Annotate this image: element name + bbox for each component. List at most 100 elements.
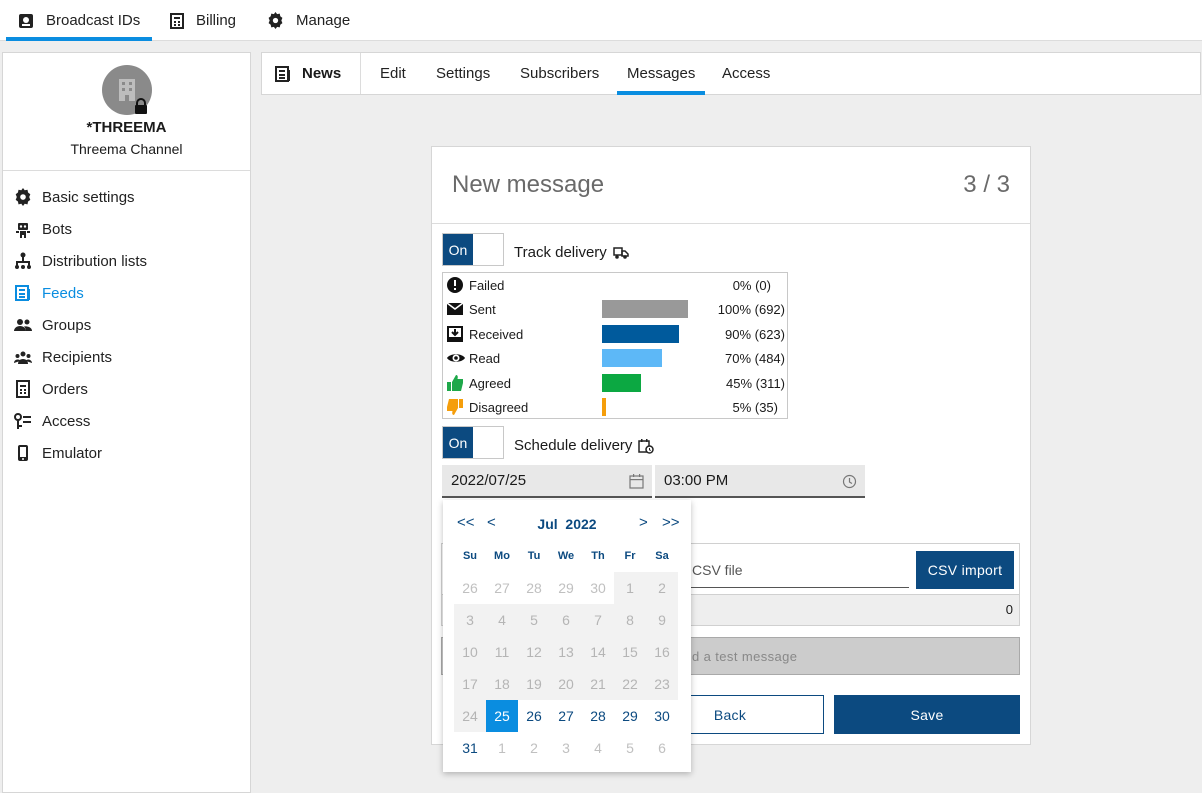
save-button[interactable]: Save <box>834 695 1020 734</box>
clock-icon <box>842 474 857 489</box>
weekday-header: Su <box>462 550 478 562</box>
csv-import-button[interactable]: CSV import <box>916 551 1014 589</box>
billing-icon <box>170 12 184 29</box>
sidebar-item-label: Emulator <box>42 444 103 462</box>
calendar-day: 4 <box>594 740 602 756</box>
calendar-day: 6 <box>658 740 666 756</box>
datepicker-title: Jul 2022 <box>443 516 691 532</box>
top-navigation: Broadcast IDs Billing Manage <box>0 0 1202 41</box>
key-icon <box>14 413 31 429</box>
tab-access[interactable]: Access <box>722 53 770 94</box>
datepicker-month[interactable]: Jul <box>537 516 557 532</box>
truck-icon <box>613 246 629 259</box>
sidebar-item-groups[interactable]: Groups <box>3 309 250 341</box>
stat-bar <box>602 398 606 416</box>
calendar-day[interactable]: 26 <box>518 700 550 732</box>
stat-bar <box>602 349 662 367</box>
calendar-day[interactable]: 29 <box>614 700 646 732</box>
stat-row-sent: Sent 100% (692) <box>443 297 787 321</box>
date-value: 2022/07/25 <box>451 472 527 489</box>
weekday-header: Mo <box>494 550 510 562</box>
card-title: New message <box>452 171 605 198</box>
recipients-icon <box>14 351 32 364</box>
sidebar-item-distribution-lists[interactable]: Distribution lists <box>3 245 250 277</box>
date-input[interactable]: 2022/07/25 <box>442 465 652 498</box>
thumbs-down-icon <box>447 399 463 415</box>
calendar-day[interactable]: 27 <box>550 700 582 732</box>
tab-subscribers[interactable]: Subscribers <box>520 53 599 94</box>
next-month-button[interactable]: > <box>639 514 648 531</box>
next-year-button[interactable]: >> <box>662 514 680 531</box>
step-counter: 3 / 3 <box>963 171 1010 198</box>
toggle-on-label: On <box>443 234 473 265</box>
sidebar: *THREEMA Threema Channel Basic settings … <box>2 52 251 793</box>
inbox-download-icon <box>447 326 463 342</box>
stat-row-disagreed: Disagreed 5% (35) <box>443 395 787 419</box>
sidebar-item-access[interactable]: Access <box>3 405 250 437</box>
calendar-day: 21 <box>582 668 614 700</box>
calendar-day: 10 <box>454 636 486 668</box>
group-icon <box>14 319 32 331</box>
calendar-day: 2 <box>646 572 678 604</box>
csv-file-input[interactable]: CSV file <box>692 562 743 578</box>
orders-icon <box>16 380 30 398</box>
calendar-day: 8 <box>614 604 646 636</box>
tab-label: Edit <box>380 65 406 82</box>
calendar-day[interactable]: 31 <box>454 732 486 764</box>
avatar <box>102 65 152 115</box>
track-delivery-text: Track delivery <box>514 244 607 261</box>
tab-messages[interactable]: Messages <box>616 53 706 95</box>
sidebar-item-recipients[interactable]: Recipients <box>3 341 250 373</box>
channel-subtitle: Threema Channel <box>70 141 183 157</box>
calendar-day: 16 <box>646 636 678 668</box>
calendar-clock-icon <box>638 438 655 454</box>
calendar-day: 2 <box>530 740 538 756</box>
weekday-header: Fr <box>624 550 636 562</box>
stat-bar <box>602 300 688 318</box>
calendar-day: 3 <box>562 740 570 756</box>
calendar-day[interactable]: 28 <box>582 700 614 732</box>
sidebar-item-basic-settings[interactable]: Basic settings <box>3 181 250 213</box>
sidebar-item-emulator[interactable]: Emulator <box>3 437 250 469</box>
topnav-broadcast-ids[interactable]: Broadcast IDs <box>5 0 153 41</box>
calendar-day: 6 <box>550 604 582 636</box>
topnav-manage[interactable]: Manage <box>267 0 350 41</box>
thumbs-up-icon <box>447 375 463 391</box>
sidebar-item-bots[interactable]: Bots <box>3 213 250 245</box>
track-delivery-toggle[interactable]: On <box>442 233 504 266</box>
calendar-day: 3 <box>454 604 486 636</box>
topnav-billing[interactable]: Billing <box>170 0 236 41</box>
calendar-day: 23 <box>646 668 678 700</box>
sidebar-item-orders[interactable]: Orders <box>3 373 250 405</box>
sidebar-item-label: Bots <box>42 220 73 238</box>
stat-value: 5% (35) <box>732 399 778 415</box>
calendar-day: 1 <box>498 740 506 756</box>
delivery-stats-table: Failed 0% (0) Sent 100% (692) Received 9… <box>442 272 788 419</box>
tab-settings[interactable]: Settings <box>436 53 490 94</box>
alert-icon <box>447 277 463 293</box>
sidebar-item-feeds[interactable]: Feeds <box>3 277 250 309</box>
broadcast-icon <box>19 13 33 28</box>
calendar-day[interactable]: 25 <box>486 700 518 732</box>
schedule-delivery-toggle[interactable]: On <box>442 426 504 459</box>
stat-value: 90% (623) <box>725 326 785 342</box>
eye-icon <box>447 354 465 362</box>
sidebar-item-label: Distribution lists <box>42 252 148 270</box>
datepicker-year[interactable]: 2022 <box>565 516 596 532</box>
stat-row-failed: Failed 0% (0) <box>443 273 787 297</box>
feed-name: News <box>302 65 342 82</box>
feed-title: News <box>262 53 361 94</box>
feed-icon <box>275 65 290 82</box>
tab-edit[interactable]: Edit <box>380 53 406 94</box>
weekday-header: Th <box>591 550 605 562</box>
calendar-day: 5 <box>518 604 550 636</box>
stat-label: Disagreed <box>469 399 529 415</box>
calendar-day[interactable]: 30 <box>646 700 678 732</box>
calendar-day: 1 <box>614 572 646 604</box>
calendar-day: 27 <box>494 580 510 596</box>
calendar-day: 15 <box>614 636 646 668</box>
weekday-header: Tu <box>527 550 541 562</box>
csv-input-underline <box>690 587 909 588</box>
stat-value: 70% (484) <box>725 350 785 366</box>
time-input[interactable]: 03:00 PM <box>655 465 865 498</box>
